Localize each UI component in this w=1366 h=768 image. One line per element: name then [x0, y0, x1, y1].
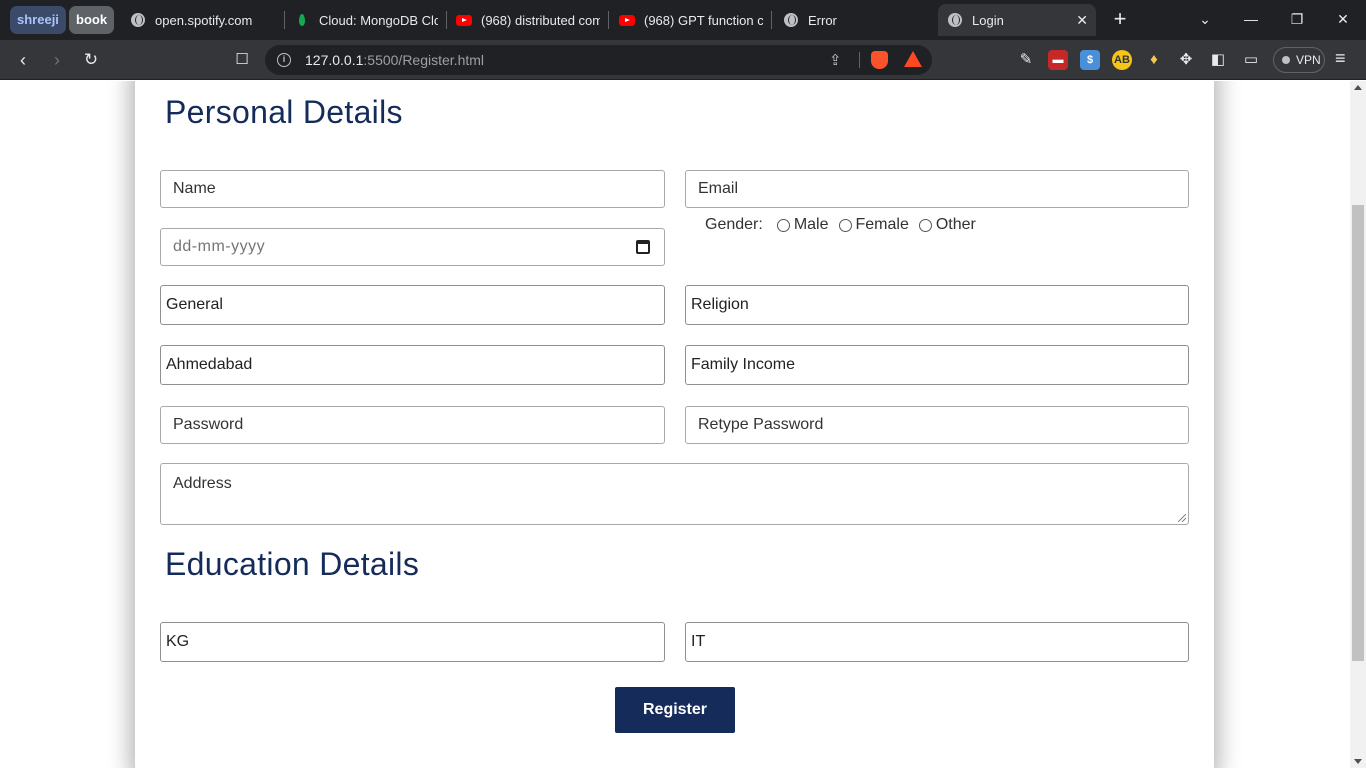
tab-group-book[interactable]: book [69, 6, 115, 34]
extensions-puzzle-icon[interactable]: ✥ [1176, 50, 1196, 70]
minimize-button[interactable]: — [1228, 4, 1274, 34]
color-picker-extension-icon[interactable]: ✎ [1016, 50, 1036, 70]
bookmark-icon[interactable]: ☐ [230, 48, 254, 72]
close-tab-icon[interactable]: ✕ [1076, 12, 1088, 29]
password-input[interactable]: Password [160, 406, 665, 444]
retype-password-input[interactable]: Retype Password [685, 406, 1189, 444]
gender-female-radio[interactable]: Female [838, 216, 909, 234]
gender-label: Gender: [705, 216, 763, 233]
gender-group: Gender: Male Female Other [705, 216, 976, 234]
personal-details-heading: Personal Details [165, 94, 403, 130]
resize-handle-icon[interactable] [1178, 514, 1186, 522]
youtube-icon [619, 12, 635, 28]
globe-icon [783, 12, 799, 28]
stream-select[interactable]: IT [685, 622, 1189, 662]
address-textarea[interactable]: Address [160, 463, 1189, 525]
back-button[interactable]: ‹ [11, 48, 35, 72]
scroll-down-arrow-icon[interactable] [1354, 759, 1362, 764]
register-form-card: Personal Details Name Email dd-mm-yyyy G… [135, 81, 1214, 768]
religion-select[interactable]: Religion [685, 285, 1189, 325]
tab-youtube-gpt[interactable]: (968) GPT function call [619, 4, 763, 36]
tab-title: Error [808, 12, 837, 28]
education-level-select[interactable]: KG [160, 622, 665, 662]
shield-extension-icon[interactable]: $ [1080, 50, 1100, 70]
wallet-icon[interactable]: ▭ [1241, 50, 1261, 70]
browser-toolbar: ‹ › ↻ ☐ i 127.0.0.1:5500/Register.html ⇪… [0, 40, 1366, 80]
register-button[interactable]: Register [615, 687, 735, 733]
menu-icon[interactable]: ≡ [1335, 48, 1346, 69]
date-of-birth-input[interactable]: dd-mm-yyyy [160, 228, 665, 266]
new-tab-button[interactable]: + [1108, 7, 1132, 31]
email-input[interactable]: Email [685, 170, 1189, 208]
calendar-icon[interactable] [636, 240, 650, 254]
brave-rewards-icon[interactable] [904, 51, 922, 67]
tab-group-shreeji[interactable]: shreeji [10, 6, 66, 34]
tab-youtube-distributed[interactable]: (968) distributed comp [456, 4, 600, 36]
tab-spotify[interactable]: open.spotify.com [130, 4, 280, 36]
tab-separator [446, 11, 447, 29]
tab-separator [771, 11, 772, 29]
tab-title: Cloud: MongoDB Clou [319, 12, 438, 28]
education-details-heading: Education Details [165, 546, 420, 582]
share-icon[interactable]: ⇪ [829, 51, 842, 69]
address-bar[interactable]: i 127.0.0.1:5500/Register.html ⇪ [265, 45, 932, 75]
address-separator [859, 52, 860, 68]
globe-icon [130, 12, 146, 28]
tab-separator [608, 11, 609, 29]
restore-button[interactable]: ❐ [1274, 4, 1320, 34]
browser-tab-bar: shreeji book open.spotify.com Cloud: Mon… [0, 0, 1366, 40]
tab-title: Login [972, 12, 1004, 28]
scrollbar-thumb[interactable] [1352, 205, 1364, 661]
family-income-select[interactable]: Family Income [685, 345, 1189, 385]
tab-error[interactable]: Error [783, 4, 923, 36]
city-select[interactable]: Ahmedabad [160, 345, 665, 385]
globe-icon [947, 12, 963, 28]
ab-extension-icon[interactable]: AB [1112, 50, 1132, 70]
gender-male-radio[interactable]: Male [776, 216, 829, 234]
vpn-button[interactable]: VPN [1273, 47, 1325, 73]
bulb-extension-icon[interactable]: ♦ [1144, 50, 1164, 70]
tab-title: (968) GPT function call [644, 12, 763, 28]
mongodb-leaf-icon [294, 12, 310, 28]
gender-other-radio[interactable]: Other [918, 216, 976, 234]
youtube-icon [456, 12, 472, 28]
tab-search-chevron-icon[interactable]: ⌄ [1182, 4, 1228, 34]
url-text[interactable]: 127.0.0.1:5500/Register.html [305, 52, 484, 68]
sidebar-icon[interactable]: ◧ [1208, 50, 1228, 70]
close-window-button[interactable]: ✕ [1320, 4, 1366, 34]
page-scrollbar[interactable] [1350, 81, 1366, 768]
scroll-up-arrow-icon[interactable] [1354, 85, 1362, 90]
tab-title: open.spotify.com [155, 12, 253, 28]
forward-button[interactable]: › [45, 48, 69, 72]
reload-button[interactable]: ↻ [79, 48, 103, 72]
tab-mongodb[interactable]: Cloud: MongoDB Clou [294, 4, 438, 36]
brave-shields-icon[interactable] [871, 51, 888, 69]
name-input[interactable]: Name [160, 170, 665, 208]
site-info-icon[interactable]: i [277, 53, 291, 67]
chart-extension-icon[interactable]: ▬ [1048, 50, 1068, 70]
tab-login[interactable]: Login ✕ [938, 4, 1096, 36]
tab-title: (968) distributed comp [481, 12, 600, 28]
tab-separator [284, 11, 285, 29]
page-viewport: Personal Details Name Email dd-mm-yyyy G… [0, 81, 1366, 768]
category-select[interactable]: General [160, 285, 665, 325]
